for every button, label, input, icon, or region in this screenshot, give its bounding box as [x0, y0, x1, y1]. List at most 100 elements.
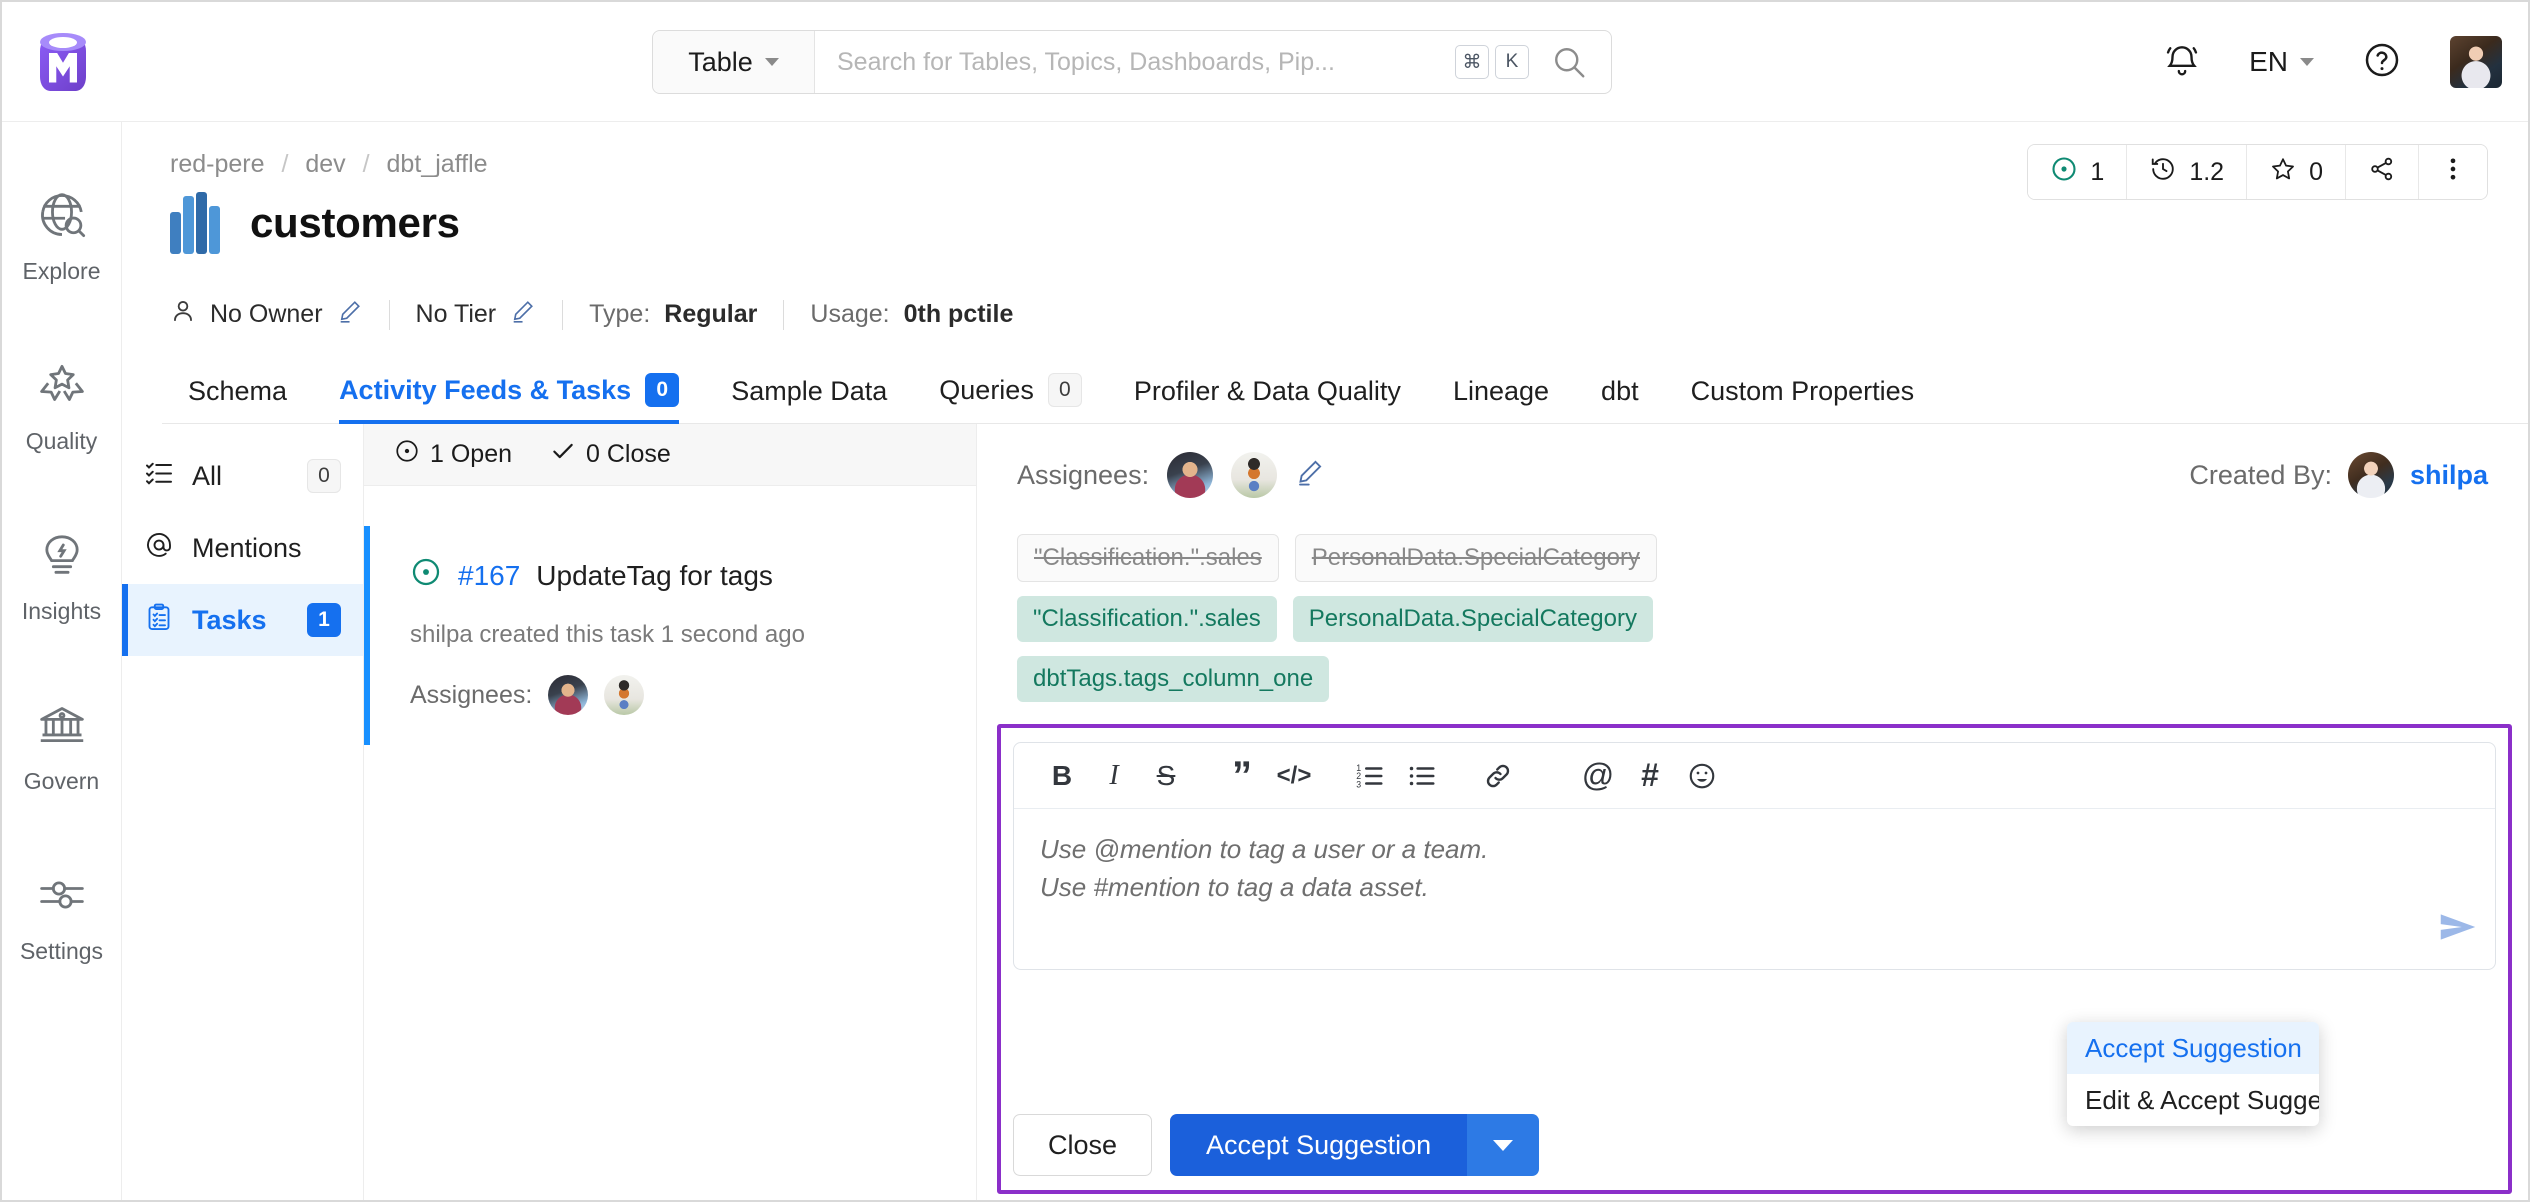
- link-icon[interactable]: [1472, 750, 1524, 802]
- created-by: Created By: shilpa: [2189, 452, 2488, 498]
- tab-custom-properties[interactable]: Custom Properties: [1665, 376, 1941, 423]
- edit-assignees-pencil-icon[interactable]: [1295, 457, 1325, 494]
- mention-icon[interactable]: @: [1572, 750, 1624, 802]
- language-selector[interactable]: EN: [2249, 46, 2314, 78]
- checklist-icon: [144, 458, 174, 495]
- edit-tier-pencil-icon[interactable]: [510, 298, 536, 331]
- tab-sample-data[interactable]: Sample Data: [705, 376, 913, 423]
- tab-label: dbt: [1601, 376, 1639, 406]
- check-icon: [550, 438, 576, 471]
- avatar[interactable]: [2347, 452, 2394, 498]
- task-card[interactable]: #167 UpdateTag for tags shilpa created t…: [364, 526, 976, 745]
- task-header: #167 UpdateTag for tags: [410, 556, 946, 595]
- sidebar-item-govern[interactable]: Govern: [2, 662, 122, 832]
- blockquote-icon[interactable]: ”: [1216, 750, 1268, 802]
- editor-body[interactable]: Use @mention to tag a user or a team. Us…: [1014, 809, 2495, 969]
- share-button[interactable]: [2346, 145, 2419, 199]
- search-scope-dropdown[interactable]: Table: [653, 31, 815, 93]
- comment-editor[interactable]: B I S ” </> 1 2 3 @ # Use @mention to ta…: [1013, 742, 2496, 970]
- sidebar-item-label: Explore: [22, 258, 101, 284]
- breadcrumb-item-database[interactable]: dev: [305, 150, 345, 178]
- sidebar-item-settings[interactable]: Settings: [2, 832, 122, 1002]
- feed-nav-badge: 0: [307, 459, 341, 493]
- italic-icon[interactable]: I: [1088, 750, 1140, 802]
- bell-icon[interactable]: [2163, 41, 2201, 84]
- search-field[interactable]: ⌘ K: [815, 31, 1611, 93]
- menu-item-accept-suggestion[interactable]: Accept Suggestion: [2067, 1022, 2319, 1074]
- closed-tasks-filter[interactable]: 0 Close: [550, 438, 671, 471]
- feed-nav-item-tasks[interactable]: Tasks 1: [122, 584, 363, 656]
- announcement-button[interactable]: 1: [2028, 145, 2128, 199]
- tab-schema[interactable]: Schema: [162, 376, 313, 423]
- shortcut-k-badge: K: [1495, 45, 1529, 79]
- bullet-list-icon[interactable]: [1396, 750, 1448, 802]
- ordered-list-icon[interactable]: 1 2 3: [1344, 750, 1396, 802]
- tab-queries[interactable]: Queries 0: [913, 373, 1108, 423]
- menu-item-edit-and-accept-suggestion[interactable]: Edit & Accept Suggestion: [2067, 1074, 2319, 1126]
- owner-field: No Owner: [170, 298, 363, 331]
- editor-toolbar: B I S ” </> 1 2 3 @ #: [1014, 743, 2495, 809]
- question-circle-icon[interactable]: [2362, 40, 2402, 85]
- avatar[interactable]: [1231, 452, 1278, 498]
- created-by-user[interactable]: shilpa: [2410, 460, 2488, 491]
- hashtag-icon[interactable]: #: [1624, 750, 1676, 802]
- chevron-down-icon: [1493, 1139, 1514, 1151]
- tab-label: Profiler & Data Quality: [1133, 376, 1401, 406]
- feed-nav-label: Mentions: [192, 532, 302, 563]
- avatar[interactable]: [548, 675, 589, 715]
- tab-label: Lineage: [1452, 376, 1550, 406]
- strikethrough-icon[interactable]: S: [1140, 750, 1192, 802]
- feed-nav-item-mentions[interactable]: Mentions: [122, 512, 363, 584]
- sidebar-item-quality[interactable]: Quality: [2, 322, 122, 492]
- open-tasks-filter[interactable]: 1 Open: [394, 438, 512, 471]
- accept-suggestion-dropdown-toggle[interactable]: [1467, 1114, 1540, 1176]
- task-id[interactable]: #167: [458, 560, 520, 592]
- task-status-filters: 1 Open 0 Close: [364, 424, 976, 486]
- language-label: EN: [2249, 46, 2288, 77]
- close-button[interactable]: Close: [1013, 1114, 1153, 1176]
- search-icon[interactable]: [1551, 44, 1587, 80]
- emoji-icon[interactable]: [1676, 750, 1728, 802]
- breadcrumb-item-service[interactable]: red-pere: [170, 150, 265, 178]
- award-ribbon-icon: [36, 359, 88, 416]
- new-tags-list: "Classification.".sales PersonalData.Spe…: [1017, 596, 1897, 702]
- star-icon: [2269, 155, 2297, 190]
- tab-profiler-and-data-quality[interactable]: Profiler & Data Quality: [1108, 376, 1427, 423]
- bold-icon[interactable]: B: [1036, 750, 1088, 802]
- vote-button[interactable]: 0: [2247, 145, 2346, 199]
- global-search-bar[interactable]: Table ⌘ K: [652, 30, 1612, 94]
- accept-suggestion-split-button: Accept Suggestion: [1170, 1114, 1540, 1176]
- new-tag: PersonalData.SpecialCategory: [1292, 596, 1653, 642]
- feed-nav-item-all[interactable]: All 0: [122, 440, 363, 512]
- entity-tabs: Schema Activity Feeds & Tasks 0 Sample D…: [162, 358, 2528, 424]
- type-field: Type: Regular: [589, 300, 757, 329]
- tab-label: Custom Properties: [1690, 376, 1915, 406]
- avatar[interactable]: [1167, 452, 1214, 498]
- code-icon[interactable]: </>: [1268, 750, 1320, 802]
- sidebar-item-explore[interactable]: Explore: [2, 152, 122, 322]
- main-content: red-pere / dev / dbt_jaffle customers No…: [122, 122, 2528, 1200]
- version-button[interactable]: 1.2: [2127, 145, 2248, 199]
- tab-activity-feeds-and-tasks[interactable]: Activity Feeds & Tasks 0: [313, 373, 705, 424]
- version-number: 1.2: [2189, 157, 2225, 186]
- avatar[interactable]: [604, 675, 645, 715]
- tab-label: Sample Data: [731, 376, 888, 406]
- edit-owner-pencil-icon[interactable]: [337, 298, 363, 331]
- more-options-button[interactable]: [2419, 145, 2487, 199]
- accept-suggestion-button[interactable]: Accept Suggestion: [1170, 1114, 1468, 1176]
- owner-label: No Owner: [210, 300, 323, 328]
- breadcrumb-item-schema[interactable]: dbt_jaffle: [387, 150, 488, 178]
- task-circle-icon: [394, 438, 420, 471]
- search-input[interactable]: [837, 47, 1449, 77]
- user-avatar[interactable]: [2450, 36, 2502, 88]
- bank-icon: [36, 699, 88, 756]
- assignees-label: Assignees:: [1017, 459, 1150, 490]
- tab-lineage[interactable]: Lineage: [1427, 376, 1575, 423]
- tab-dbt[interactable]: dbt: [1575, 376, 1665, 423]
- send-icon[interactable]: [2435, 904, 2481, 955]
- task-open-status-icon: [410, 556, 442, 595]
- openmetadata-logo-icon[interactable]: [32, 31, 94, 93]
- task-list-panel: 1 Open 0 Close #167 UpdateTag for tags s…: [364, 424, 977, 1200]
- old-tag: "Classification.".sales: [1017, 534, 1279, 582]
- sidebar-item-insights[interactable]: Insights: [2, 492, 122, 662]
